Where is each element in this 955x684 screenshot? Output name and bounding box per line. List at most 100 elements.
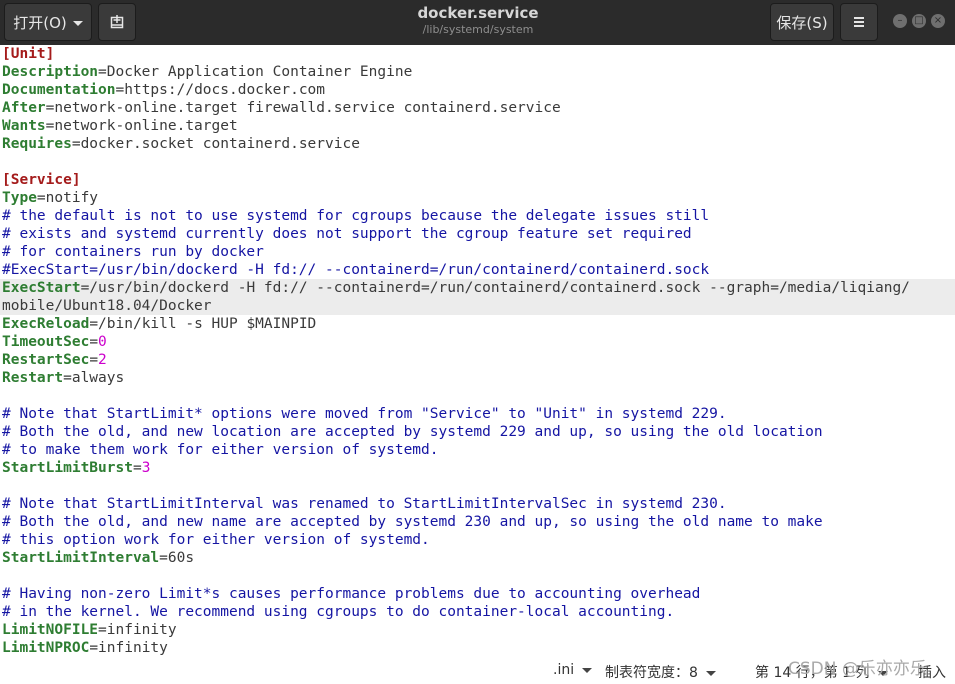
config-number: 3 xyxy=(141,460,151,476)
window-subtitle: /lib/systemd/system xyxy=(422,23,534,36)
header-bar: 打开(O) docker.service /lib/systemd/system… xyxy=(0,0,955,45)
comment-text: # Both the old, and new location are acc… xyxy=(2,424,823,440)
config-value: =infinity xyxy=(98,622,177,638)
text-editor-area[interactable]: [Unit] Description=Docker Application Con… xyxy=(0,45,955,657)
section-header: [Service] xyxy=(2,172,81,188)
config-number: 0 xyxy=(98,334,107,350)
watermark: CSDN @乐亦亦乐 xyxy=(788,659,927,679)
editor-line[interactable]: # Note that StartLimitInterval was renam… xyxy=(0,495,955,513)
section-header: [Unit] xyxy=(2,46,55,62)
config-key: Restart xyxy=(2,370,64,386)
window-title-area: docker.service /lib/systemd/system xyxy=(300,4,656,37)
editor-line[interactable]: # Both the old, and new location are acc… xyxy=(0,423,955,441)
editor-line[interactable]: # this option work for either version of… xyxy=(0,531,955,549)
editor-line[interactable]: LimitNOFILE=infinity xyxy=(0,621,955,639)
comment-text: # to make them work for either version o… xyxy=(2,442,439,458)
config-value: =notify xyxy=(36,190,99,206)
editor-line[interactable] xyxy=(0,477,955,495)
editor-line[interactable] xyxy=(0,567,955,585)
config-key: LimitNPROC xyxy=(2,640,90,656)
editor-line[interactable]: # in the kernel. We recommend using cgro… xyxy=(0,603,955,621)
close-window-icon[interactable]: × xyxy=(931,14,945,28)
editor-line[interactable]: After=network-online.target firewalld.se… xyxy=(0,99,955,117)
chevron-down-icon xyxy=(72,20,83,26)
new-document-icon xyxy=(110,15,124,29)
config-equals: = xyxy=(89,352,99,368)
editor-line[interactable]: [Service] xyxy=(0,171,955,189)
comment-text: # exists and systemd currently does not … xyxy=(2,226,692,242)
save-button-label: 保存(S) xyxy=(776,13,828,32)
comment-text: # Note that StartLimitInterval was renam… xyxy=(2,496,727,512)
editor-line[interactable]: StartLimitInterval=60s xyxy=(0,549,955,567)
editor-line[interactable]: Documentation=https://docs.docker.com xyxy=(0,81,955,99)
config-value: =always xyxy=(63,370,125,386)
menu-button[interactable] xyxy=(840,3,878,41)
editor-line[interactable]: # Having non-zero Limit*s causes perform… xyxy=(0,585,955,603)
save-button[interactable]: 保存(S) xyxy=(770,3,834,41)
config-value: =docker.socket containerd.service xyxy=(71,136,360,152)
config-key: RestartSec xyxy=(2,352,90,368)
config-value: =Docker Application Container Engine xyxy=(98,64,413,80)
open-button[interactable]: 打开(O) xyxy=(4,3,92,41)
config-key: ExecStart xyxy=(2,280,81,296)
config-key: LimitNOFILE xyxy=(2,622,99,638)
editor-line[interactable] xyxy=(0,153,955,171)
config-key: TimeoutSec xyxy=(2,334,90,350)
editor-line[interactable]: ExecReload=/bin/kill -s HUP $MAINPID xyxy=(0,315,955,333)
config-value: =network-online.target firewalld.service… xyxy=(45,100,561,116)
config-key: StartLimitInterval xyxy=(2,550,160,566)
config-key: After xyxy=(2,100,46,116)
new-document-button[interactable] xyxy=(98,3,136,41)
editor-line[interactable]: Description=Docker Application Container… xyxy=(0,63,955,81)
minimize-window-icon[interactable]: – xyxy=(893,14,907,28)
config-value: =/usr/bin/dockerd -H fd:// --containerd=… xyxy=(80,280,910,296)
comment-text: # Having non-zero Limit*s causes perform… xyxy=(2,586,701,602)
config-value: =/bin/kill -s HUP $MAINPID xyxy=(89,316,317,332)
tab-width-selector[interactable]: 制表符宽度：8 xyxy=(605,662,716,682)
comment-text: # Note that StartLimit* options were mov… xyxy=(2,406,727,422)
config-value: =infinity xyxy=(89,640,168,656)
editor-line[interactable]: RestartSec=2 xyxy=(0,351,955,369)
editor-line[interactable]: # exists and systemd currently does not … xyxy=(0,225,955,243)
editor-line[interactable] xyxy=(0,387,955,405)
config-number: 2 xyxy=(98,352,107,368)
comment-text: # in the kernel. We recommend using cgro… xyxy=(2,604,675,620)
language-selector[interactable]: .ini xyxy=(553,662,593,678)
editor-line[interactable]: TimeoutSec=0 xyxy=(0,333,955,351)
config-value: =60s xyxy=(159,550,195,566)
open-button-label: 打开(O) xyxy=(13,13,67,32)
config-key: ExecReload xyxy=(2,316,90,332)
editor-line[interactable]: # Note that StartLimit* options were mov… xyxy=(0,405,955,423)
editor-line[interactable]: Restart=always xyxy=(0,369,955,387)
config-key: Wants xyxy=(2,118,46,134)
editor-line[interactable]: Wants=network-online.target xyxy=(0,117,955,135)
chevron-down-icon xyxy=(582,667,593,673)
maximize-window-icon[interactable]: □ xyxy=(912,14,926,28)
editor-line[interactable]: mobile/Ubunt18.04/Docker xyxy=(0,297,955,315)
editor-line[interactable]: # the default is not to use systemd for … xyxy=(0,207,955,225)
editor-line[interactable]: #ExecStart=/usr/bin/dockerd -H fd:// --c… xyxy=(0,261,955,279)
tab-width-label: 制表符宽度：8 xyxy=(605,665,698,681)
comment-text: #ExecStart=/usr/bin/dockerd -H fd:// --c… xyxy=(2,262,710,278)
config-value: =https://docs.docker.com xyxy=(115,82,326,98)
comment-text: # Both the old, and new name are accepte… xyxy=(2,514,823,530)
config-value-continuation: mobile/Ubunt18.04/Docker xyxy=(2,298,212,314)
editor-line[interactable]: Type=notify xyxy=(0,189,955,207)
language-label: .ini xyxy=(553,662,575,678)
editor-line[interactable]: StartLimitBurst=3 xyxy=(0,459,955,477)
config-key: StartLimitBurst xyxy=(2,460,133,476)
config-key: Documentation xyxy=(2,82,116,98)
chevron-down-icon xyxy=(705,670,716,676)
window-title: docker.service xyxy=(417,4,539,22)
comment-text: # for containers run by docker xyxy=(2,244,264,260)
config-equals: = xyxy=(89,334,99,350)
config-key: Type xyxy=(2,190,37,206)
config-value: =network-online.target xyxy=(45,118,238,134)
editor-line[interactable]: Requires=docker.socket containerd.servic… xyxy=(0,135,955,153)
editor-line[interactable]: # to make them work for either version o… xyxy=(0,441,955,459)
comment-text: # this option work for either version of… xyxy=(2,532,430,548)
editor-line[interactable]: # Both the old, and new name are accepte… xyxy=(0,513,955,531)
editor-line[interactable]: [Unit] xyxy=(0,45,955,63)
editor-line[interactable]: # for containers run by docker xyxy=(0,243,955,261)
editor-line[interactable]: ExecStart=/usr/bin/dockerd -H fd:// --co… xyxy=(0,279,955,297)
